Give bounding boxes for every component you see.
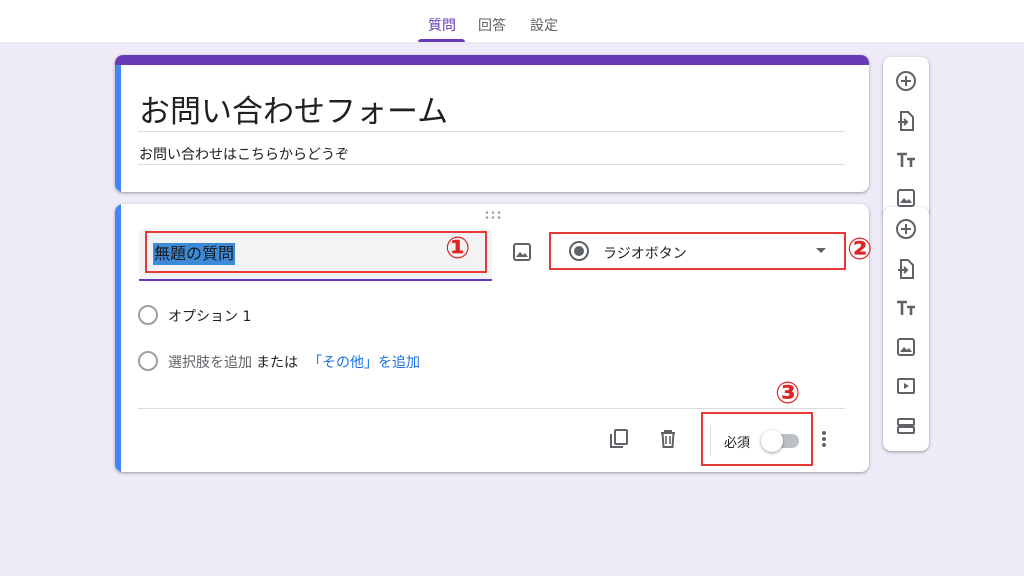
form-description-underline <box>138 164 845 165</box>
import-questions-icon[interactable] <box>894 109 918 133</box>
topbar-divider <box>0 42 1024 44</box>
tab-questions[interactable]: 質問 <box>428 15 456 35</box>
question-footer-divider <box>138 408 845 409</box>
focus-indicator <box>115 204 121 472</box>
add-title-icon[interactable] <box>894 296 918 320</box>
focus-indicator <box>115 65 121 192</box>
form-title[interactable]: お問い合わせフォーム <box>139 86 448 131</box>
add-option-radio <box>138 351 158 371</box>
form-title-underline <box>138 131 845 132</box>
annotation-number-2: ② <box>847 232 873 267</box>
option-radio <box>138 305 158 325</box>
add-title-icon[interactable] <box>894 148 918 172</box>
add-question-icon[interactable] <box>894 69 918 93</box>
question-title-underline <box>139 279 492 281</box>
option-label[interactable]: オプション 1 <box>168 306 251 326</box>
top-tab-bar: 質問 回答 設定 <box>0 0 1024 42</box>
floating-toolbar-lower <box>883 207 929 451</box>
more-options-icon[interactable] <box>812 429 836 449</box>
add-image-icon[interactable] <box>510 240 534 264</box>
delete-icon[interactable] <box>656 427 680 451</box>
annotation-number-3: ③ <box>775 376 801 411</box>
duplicate-icon[interactable] <box>607 427 631 451</box>
or-text: または <box>256 355 298 371</box>
add-question-icon[interactable] <box>894 217 918 241</box>
annotation-box-2 <box>549 232 846 270</box>
add-other-link[interactable]: 「その他」を追加 <box>308 352 420 372</box>
import-questions-icon[interactable] <box>894 257 918 281</box>
theme-accent-bar <box>115 55 869 65</box>
annotation-box-3 <box>701 412 813 466</box>
tab-responses[interactable]: 回答 <box>478 15 506 35</box>
annotation-number-1: ① <box>445 231 471 266</box>
add-option-link[interactable]: 選択肢を追加 <box>168 352 252 372</box>
add-video-icon[interactable] <box>894 374 918 398</box>
drag-handle-icon[interactable] <box>484 210 502 220</box>
add-image-icon[interactable] <box>894 335 918 359</box>
tab-settings[interactable]: 設定 <box>530 15 558 35</box>
floating-toolbar-upper <box>883 57 929 219</box>
annotation-box-1 <box>145 231 487 273</box>
add-section-icon[interactable] <box>894 414 918 438</box>
form-description[interactable]: お問い合わせはこちらからどうぞ <box>139 144 349 164</box>
